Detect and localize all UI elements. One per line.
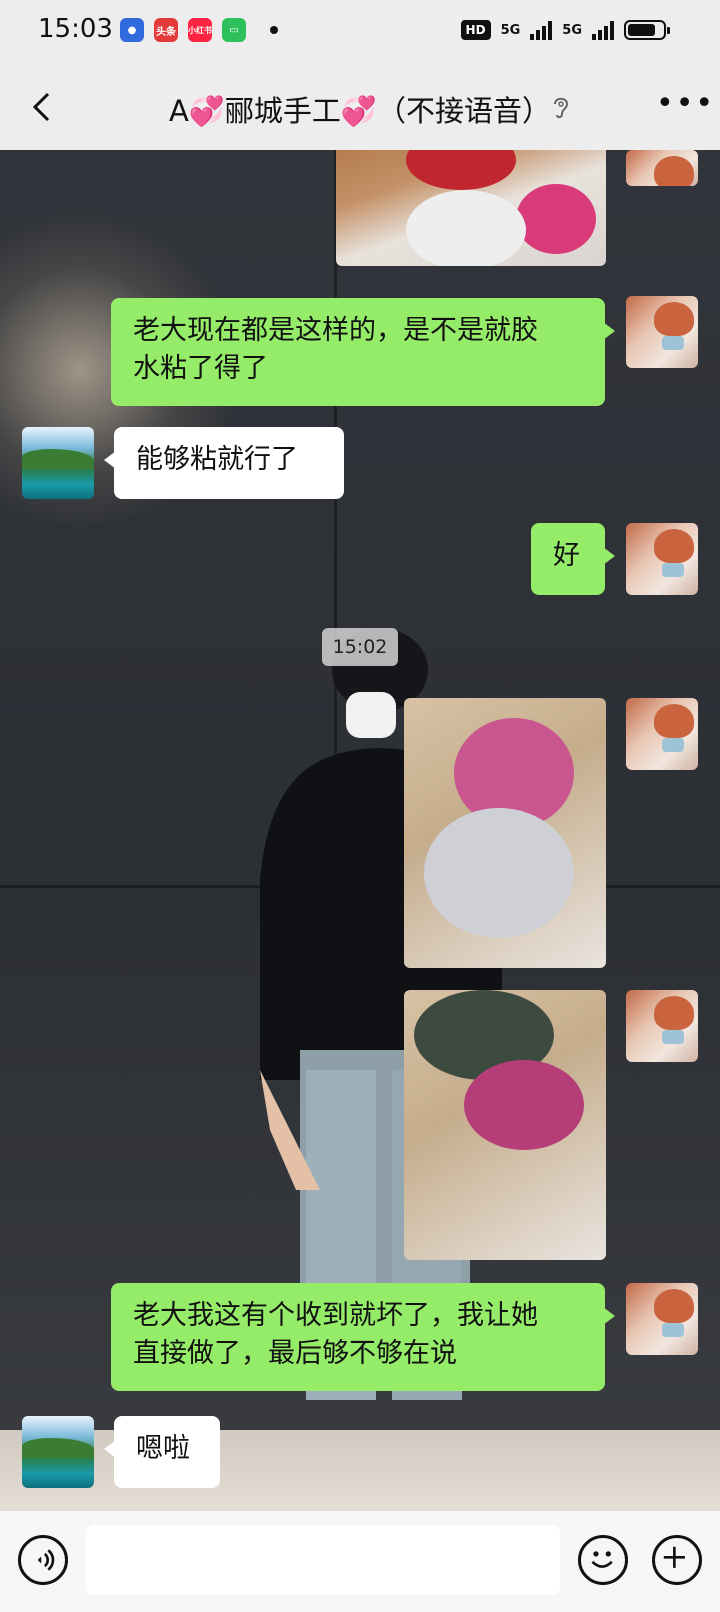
message-text: 好 (553, 540, 580, 571)
beads-white (406, 190, 526, 266)
message-input[interactable] (86, 1525, 560, 1595)
message-text-line: 水粘了得了 (133, 353, 268, 384)
chat-header: A💞郦城手工💞（不接语音） ••• (0, 64, 720, 150)
my-avatar[interactable] (626, 990, 698, 1062)
notification-dot-icon (270, 26, 278, 34)
image-message-box[interactable] (404, 990, 606, 1260)
my-avatar[interactable] (626, 698, 698, 770)
message-bubble-received[interactable]: 能够粘就行了 (104, 427, 344, 499)
status-time: 15:03 (38, 14, 113, 44)
signal-icon-2 (592, 20, 614, 40)
signal-label-1: 5G (500, 22, 521, 38)
beads-red (406, 150, 516, 190)
status-indicators: HD 5G 5G (460, 20, 670, 40)
chat-timestamp: 15:02 (322, 628, 398, 666)
baidu-icon: ● (120, 18, 144, 42)
message-text: 嗯啦 (136, 1433, 190, 1464)
signal-label-2: 5G (562, 22, 582, 38)
package-white (424, 808, 574, 938)
battery-icon (624, 20, 670, 40)
message-bubble-sent[interactable]: 好 (531, 523, 615, 595)
my-avatar[interactable] (626, 296, 698, 368)
message-bubble-sent[interactable]: 老大现在都是这样的，是不是就胶 水粘了得了 (111, 298, 615, 406)
voice-input-icon[interactable] (18, 1535, 68, 1585)
chat-area[interactable]: 老大现在都是这样的，是不是就胶 水粘了得了 能够粘就行了 好 15:02 老大我… (0, 150, 720, 1510)
hd-icon: HD (460, 20, 491, 40)
beads-pink (516, 184, 596, 254)
toutiao-icon: 头条 (154, 18, 178, 42)
image-message-box[interactable] (404, 698, 606, 968)
contact-avatar[interactable] (22, 427, 94, 499)
message-text-line: 直接做了，最后够不够在说 (133, 1338, 457, 1369)
status-app-icons: ● 头条 小红书 ▭ (120, 18, 278, 42)
message-text: 能够粘就行了 (136, 444, 298, 475)
chat-title: A💞郦城手工💞（不接语音） (168, 94, 552, 128)
my-avatar[interactable] (626, 150, 698, 186)
emoji-icon[interactable] (578, 1535, 628, 1585)
battery-fill (628, 24, 656, 36)
package-pink (464, 1060, 584, 1150)
message-text-line: 老大现在都是这样的，是不是就胶 (133, 315, 538, 346)
contact-avatar[interactable] (22, 1416, 94, 1488)
status-bar: 15:03 ● 头条 小红书 ▭ HD 5G 5G (0, 0, 720, 64)
image-message-beads[interactable] (336, 150, 606, 266)
signal-icon (530, 20, 553, 40)
wechat-icon: ▭ (222, 18, 246, 42)
message-text-line: 老大我这有个收到就坏了，我让她 (133, 1300, 538, 1331)
my-avatar[interactable] (626, 1283, 698, 1355)
xiaohongshu-icon: 小红书 (188, 18, 212, 42)
ear-muted-icon (554, 97, 569, 119)
message-bubble-received[interactable]: 嗯啦 (104, 1416, 220, 1488)
more-options-icon[interactable]: ••• (656, 89, 713, 120)
add-more-icon[interactable] (652, 1535, 702, 1585)
chat-input-bar (0, 1510, 720, 1612)
message-bubble-sent[interactable]: 老大我这有个收到就坏了，我让她 直接做了，最后够不够在说 (111, 1283, 615, 1391)
my-avatar[interactable] (626, 523, 698, 595)
